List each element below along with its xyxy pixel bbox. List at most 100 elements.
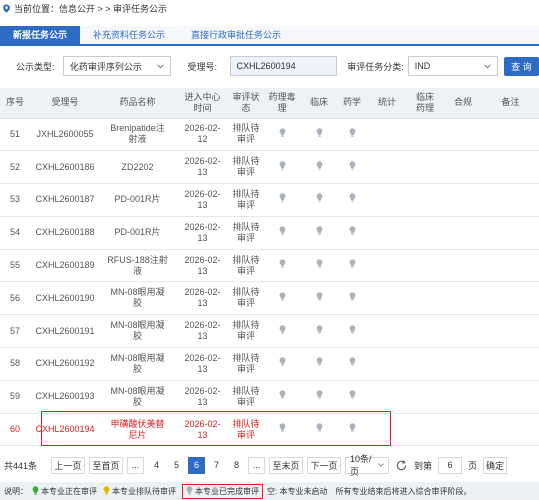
- grey-bulb-icon: [279, 390, 285, 399]
- statistics-cell: [368, 249, 406, 283]
- grey-bulb-icon: [349, 259, 355, 268]
- goto-confirm-button[interactable]: 确定: [483, 456, 508, 474]
- table-row[interactable]: 55 CXHL2600189 RFUS-188注射 液 2026-02- 13 排队待 …: [0, 249, 539, 283]
- compliance-cell: [444, 118, 482, 152]
- pharmacy-cell: [336, 216, 368, 250]
- category-select[interactable]: IND: [407, 56, 498, 76]
- compliance-cell: [444, 216, 482, 250]
- page-number-button[interactable]: 5: [168, 457, 185, 474]
- green-bulb-icon: [32, 486, 39, 495]
- review-status: 排队待 审评: [230, 118, 262, 152]
- grey-bulb-icon: [316, 325, 322, 334]
- page-number-button[interactable]: 4: [148, 457, 165, 474]
- location-pin-icon: [3, 3, 10, 13]
- grey-bulb-icon: [186, 486, 193, 495]
- accept-number: CXHL2600186: [30, 150, 100, 185]
- accept-number-input[interactable]: CXHL2600194: [229, 56, 338, 76]
- table-row[interactable]: 54 CXHL2600188 PD-001R片 2026-02- 13 排队待 审评: [0, 216, 539, 250]
- compliance-cell: [444, 380, 482, 414]
- clinical-cell: [302, 249, 336, 283]
- row-number: 53: [0, 183, 30, 217]
- review-status: 排队待 审评: [230, 347, 262, 381]
- drug-name: Brenipatide注 射液: [100, 118, 175, 152]
- table-row[interactable]: 57 CXHL2600191 MN-08眼用凝 胶 2026-02- 13 排队待 审评: [0, 314, 539, 349]
- drug-name: ZD2202: [100, 150, 175, 185]
- pagination: 共441条 上一页 至首页 ... 45678 ... 至末页 下一页 10条/…: [0, 454, 539, 477]
- grey-bulb-icon: [316, 128, 322, 137]
- accept-number: JXHL2600055: [30, 118, 100, 152]
- table-row[interactable]: 51 JXHL2600055 Brenipatide注 射液 2026-02- 12 排…: [0, 118, 539, 152]
- row-number: 52: [0, 150, 30, 185]
- first-page-button[interactable]: 至首页: [89, 456, 124, 474]
- legend-completed-text: 本专业已完成审评: [195, 486, 259, 496]
- grey-bulb-icon: [279, 193, 285, 203]
- table-row[interactable]: 59 CXHL2600193 MN-08眼用凝 胶 2026-02- 13 排队待 审评: [0, 380, 539, 414]
- tab-new-submission[interactable]: 新报任务公示: [0, 26, 81, 44]
- legend-bar: 说明： 本专业正在审评 本专业排队待审评 本专业已完成审评 空: 本专业未启动 …: [0, 482, 539, 500]
- total-count: 共441条: [4, 460, 38, 471]
- grey-bulb-icon: [279, 128, 285, 137]
- column-header: 合规: [444, 88, 482, 119]
- prev-page-button[interactable]: 上一页: [51, 456, 86, 474]
- entry-date: 2026-02- 13: [175, 413, 230, 447]
- drug-name: RFUS-188注射 液: [100, 249, 175, 283]
- tab-direct-approval[interactable]: 直接行政审批任务公示: [178, 26, 294, 44]
- legend-in-review: 本专业正在审评: [32, 486, 97, 497]
- accept-number: CXHL2600190: [30, 281, 100, 316]
- page-number-button[interactable]: 6: [188, 456, 206, 474]
- goto-unit: 页: [468, 460, 478, 471]
- grey-bulb-icon: [316, 259, 322, 268]
- grey-bulb-icon: [316, 226, 322, 235]
- last-page-button[interactable]: 至末页: [269, 456, 304, 474]
- column-header: 审评状 态: [230, 88, 262, 119]
- column-header: 备注: [482, 88, 539, 119]
- pharmacology-cell: [262, 118, 302, 152]
- search-button[interactable]: 查 询: [503, 56, 539, 76]
- drug-name: 甲磺酸伏美替 尼片: [100, 413, 175, 447]
- review-status: 排队待 审评: [230, 413, 262, 447]
- clinical-cell: [302, 150, 336, 185]
- grey-bulb-icon: [316, 390, 322, 399]
- clinical-pharmacology-cell: [406, 118, 444, 152]
- statistics-cell: [368, 380, 406, 414]
- type-select[interactable]: 化药审评序列公示: [62, 56, 171, 76]
- remarks-cell: [482, 118, 539, 152]
- clinical-pharmacology-cell: [406, 216, 444, 250]
- pager-ellipsis-left: ...: [127, 456, 145, 474]
- entry-date: 2026-02- 13: [175, 150, 230, 185]
- clinical-pharmacology-cell: [406, 314, 444, 349]
- remarks-cell: [482, 380, 539, 414]
- pharmacology-cell: [262, 249, 302, 283]
- drug-name: MN-08眼用凝 胶: [100, 281, 175, 316]
- statistics-cell: [368, 183, 406, 217]
- pharmacy-cell: [336, 347, 368, 381]
- per-page-value: 10条/页: [350, 454, 372, 477]
- clinical-pharmacology-cell: [406, 150, 444, 185]
- table-row[interactable]: 60 CXHL2600194 甲磺酸伏美替 尼片 2026-02- 13 排队待 审评: [0, 413, 539, 447]
- row-number: 55: [0, 249, 30, 283]
- grey-bulb-icon: [279, 226, 285, 235]
- accept-label: 受理号:: [187, 61, 218, 72]
- next-page-button[interactable]: 下一页: [307, 456, 342, 474]
- table-row[interactable]: 52 CXHL2600186 ZD2202 2026-02- 13 排队待 审评: [0, 150, 539, 185]
- legend-label: 说明：: [4, 486, 28, 496]
- grey-bulb-icon: [316, 423, 322, 432]
- goto-page-input[interactable]: 6: [438, 456, 463, 474]
- grey-bulb-icon: [349, 193, 355, 203]
- pharmacology-cell: [262, 347, 302, 381]
- row-number: 60: [0, 413, 30, 447]
- statistics-cell: [368, 281, 406, 316]
- table-row[interactable]: 58 CXHL2600192 MN-08眼用凝 胶 2026-02- 13 排队待 审评: [0, 347, 539, 381]
- table-row[interactable]: 53 CXHL2600187 PD-001R片 2026-02- 13 排队待 审评: [0, 183, 539, 217]
- pharmacy-cell: [336, 249, 368, 283]
- table-row[interactable]: 56 CXHL2600190 MN-08眼用凝 胶 2026-02- 13 排队待 审评: [0, 281, 539, 316]
- row-number: 56: [0, 281, 30, 316]
- pharmacy-cell: [336, 118, 368, 152]
- grey-bulb-icon: [316, 161, 322, 170]
- legend-in-review-text: 本专业正在审评: [41, 486, 97, 496]
- tab-supplementary[interactable]: 补充资料任务公示: [80, 26, 178, 44]
- per-page-select[interactable]: 10条/页: [345, 454, 390, 477]
- refresh-icon[interactable]: [395, 459, 408, 472]
- page-number-button[interactable]: 8: [228, 457, 245, 474]
- page-number-button[interactable]: 7: [208, 457, 225, 474]
